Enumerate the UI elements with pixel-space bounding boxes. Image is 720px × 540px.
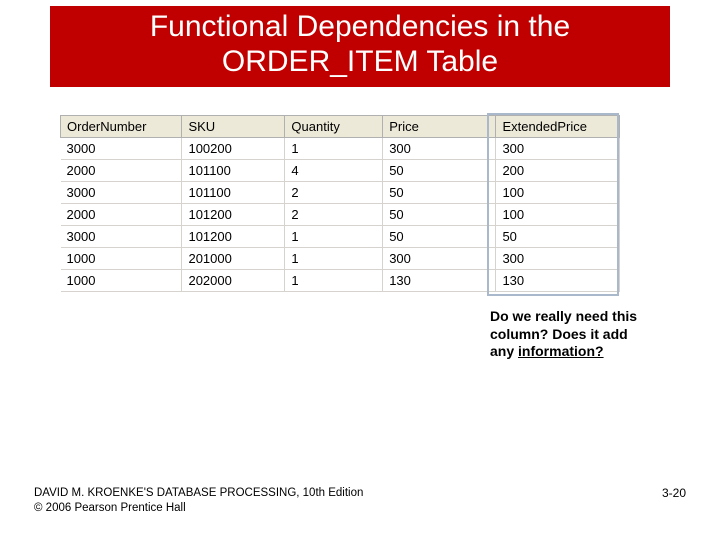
cell-extprice: 100 [496,204,620,226]
cell-sku: 101200 [182,204,285,226]
cell-quantity: 2 [285,182,383,204]
table-header-row: OrderNumber SKU Quantity Price ExtendedP… [61,116,620,138]
cell-price: 50 [383,182,496,204]
order-item-table-wrap: OrderNumber SKU Quantity Price ExtendedP… [60,115,620,292]
cell-sku: 101100 [182,182,285,204]
col-header-extendedprice: ExtendedPrice [496,116,620,138]
cell-sku: 101100 [182,160,285,182]
table-row: 3000 100200 1 300 300 [61,138,620,160]
cell-quantity: 2 [285,204,383,226]
cell-quantity: 1 [285,138,383,160]
table-row: 3000 101200 1 50 50 [61,226,620,248]
footer-line-1: DAVID M. KROENKE'S DATABASE PROCESSING, … [34,486,686,501]
cell-price: 300 [383,138,496,160]
slide-title: Functional Dependencies in the ORDER_ITE… [50,6,670,87]
page-number: 3-20 [662,486,686,502]
cell-price: 130 [383,270,496,292]
cell-quantity: 1 [285,270,383,292]
slide-footer: DAVID M. KROENKE'S DATABASE PROCESSING, … [34,486,686,516]
cell-ordernumber: 1000 [61,248,182,270]
cell-sku: 101200 [182,226,285,248]
cell-extprice: 50 [496,226,620,248]
callout-line-3-underlined: information? [518,343,604,359]
cell-sku: 202000 [182,270,285,292]
callout-line-2: column? Does it add [490,326,628,342]
cell-quantity: 1 [285,226,383,248]
col-header-price: Price [383,116,496,138]
table-row: 3000 101100 2 50 100 [61,182,620,204]
cell-extprice: 130 [496,270,620,292]
cell-extprice: 100 [496,182,620,204]
col-header-sku: SKU [182,116,285,138]
table-body: 3000 100200 1 300 300 2000 101100 4 50 2… [61,138,620,292]
cell-ordernumber: 3000 [61,226,182,248]
col-header-ordernumber: OrderNumber [61,116,182,138]
cell-price: 300 [383,248,496,270]
table-row: 1000 202000 1 130 130 [61,270,620,292]
cell-ordernumber: 3000 [61,182,182,204]
order-item-table: OrderNumber SKU Quantity Price ExtendedP… [60,115,620,292]
cell-extprice: 300 [496,138,620,160]
cell-ordernumber: 2000 [61,204,182,226]
table-row: 2000 101100 4 50 200 [61,160,620,182]
title-line-1: Functional Dependencies in the [150,10,570,43]
slide: Functional Dependencies in the ORDER_ITE… [0,0,720,540]
cell-quantity: 1 [285,248,383,270]
callout-text: Do we really need this column? Does it a… [490,308,690,361]
cell-ordernumber: 1000 [61,270,182,292]
cell-ordernumber: 2000 [61,160,182,182]
callout-line-3-prefix: any [490,343,518,359]
cell-extprice: 300 [496,248,620,270]
table-row: 2000 101200 2 50 100 [61,204,620,226]
cell-quantity: 4 [285,160,383,182]
callout-line-1: Do we really need this [490,308,637,324]
cell-sku: 201000 [182,248,285,270]
cell-extprice: 200 [496,160,620,182]
table-row: 1000 201000 1 300 300 [61,248,620,270]
col-header-quantity: Quantity [285,116,383,138]
cell-price: 50 [383,160,496,182]
cell-ordernumber: 3000 [61,138,182,160]
footer-line-2: © 2006 Pearson Prentice Hall [34,501,686,516]
cell-price: 50 [383,226,496,248]
cell-price: 50 [383,204,496,226]
title-line-2: ORDER_ITEM Table [222,45,498,78]
cell-sku: 100200 [182,138,285,160]
